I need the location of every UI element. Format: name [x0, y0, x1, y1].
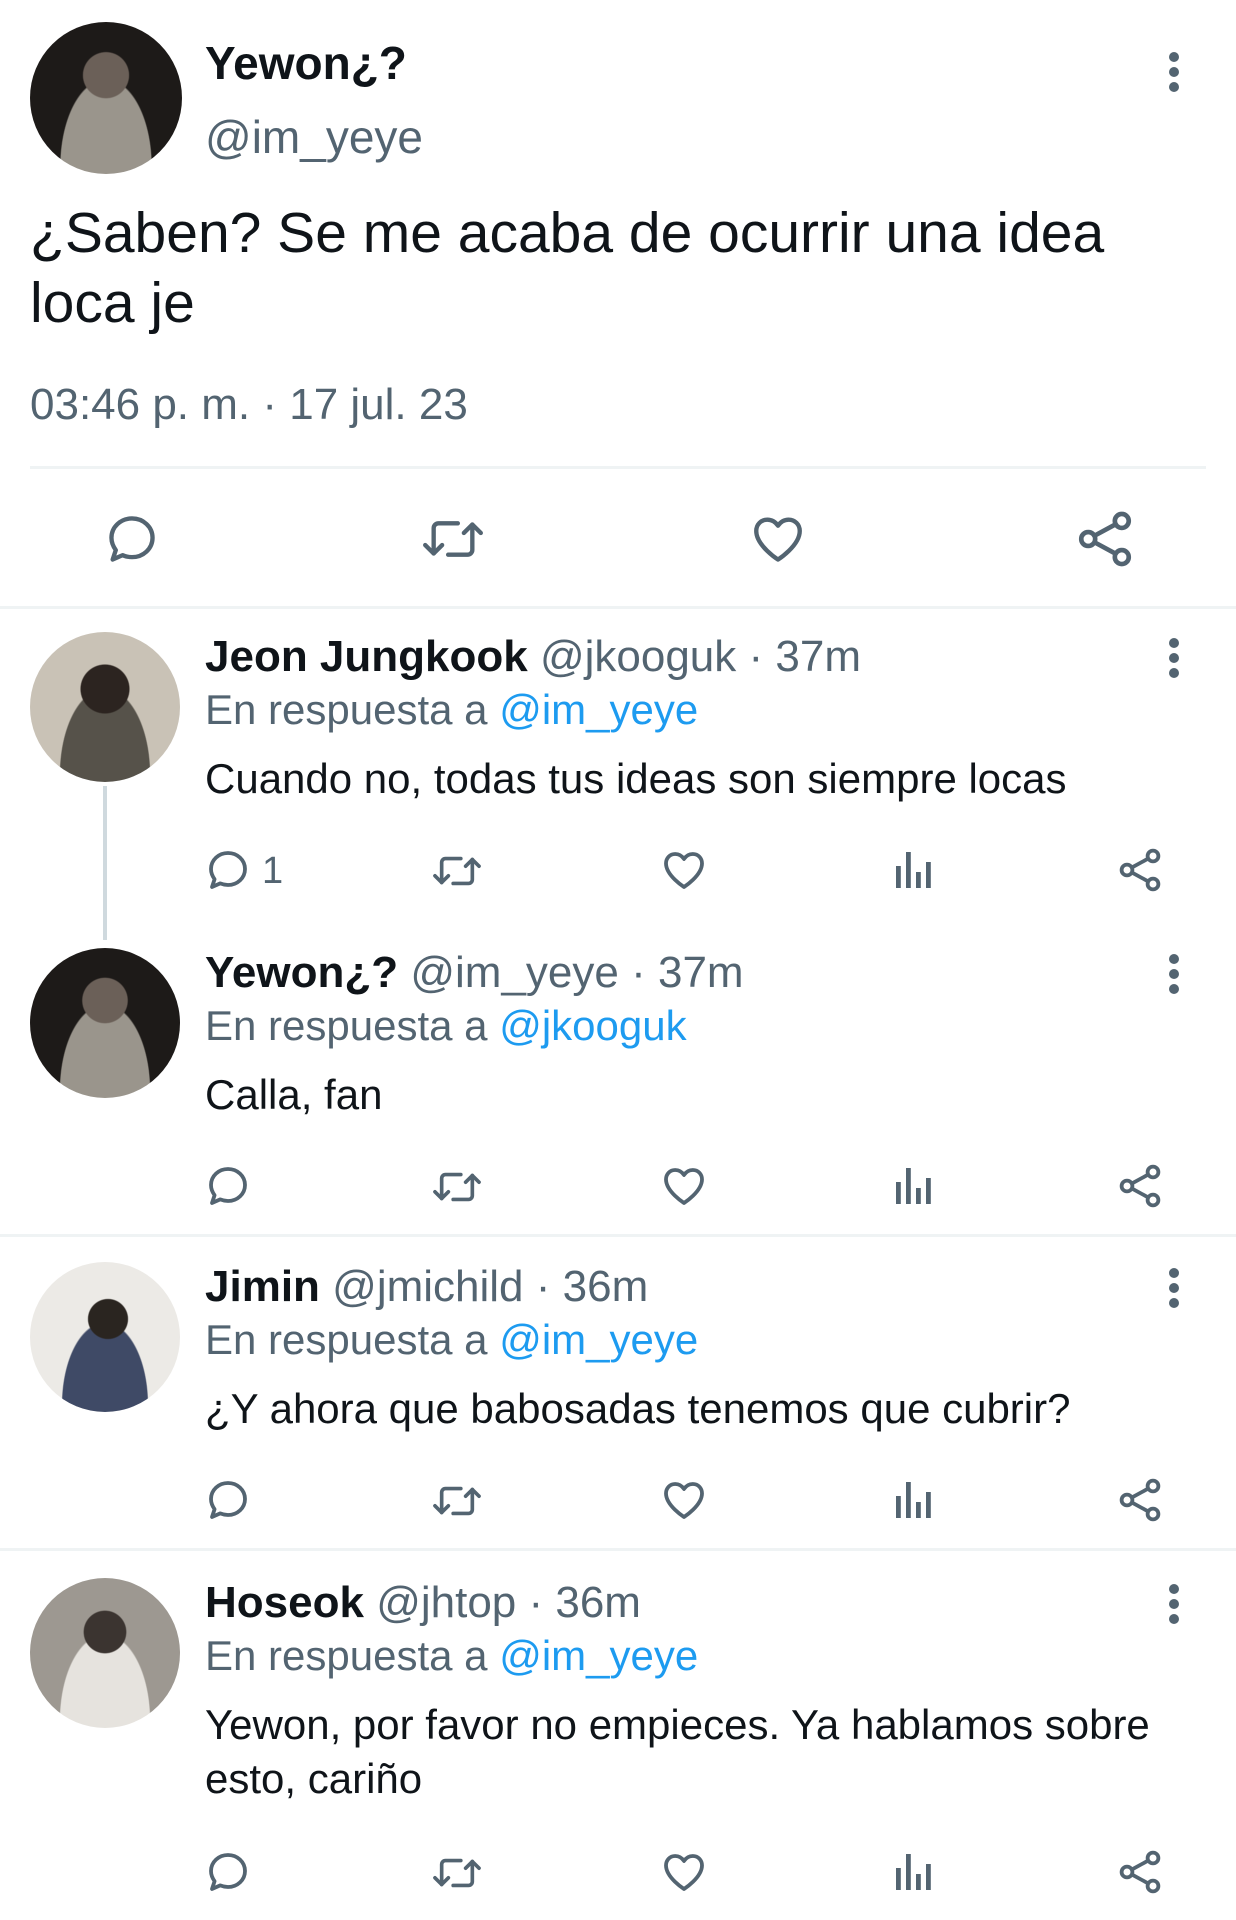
retweet-icon[interactable] [430, 1164, 484, 1210]
retweet-icon[interactable] [430, 1850, 484, 1896]
retweet-icon[interactable] [418, 510, 488, 568]
reply-header: Jeon Jungkook @jkooguk · 37m [205, 632, 861, 682]
tweet-text: ¿Saben? Se me acaba de ocurrir una idea … [30, 201, 1105, 335]
divider [0, 606, 1236, 609]
reply-text: ¿Y ahora que babosadas tenemos que cubri… [205, 1385, 1071, 1432]
more-options-icon[interactable] [1160, 954, 1188, 994]
separator [30, 466, 1206, 469]
reply-tweet[interactable]: Yewon¿? @im_yeye · 37m En respuesta a @j… [0, 928, 1236, 1242]
reply-context-prefix: En respuesta a [205, 1316, 500, 1363]
display-name[interactable]: Hoseok [205, 1578, 364, 1627]
more-options-icon[interactable] [1160, 638, 1188, 678]
handle[interactable]: @im_yeye [410, 948, 619, 997]
display-name[interactable]: Yewon¿? [205, 36, 407, 90]
reply-tweet[interactable]: Jimin @jmichild · 36m En respuesta a @im… [0, 1242, 1236, 1558]
reply-header: Jimin @jmichild · 36m [205, 1262, 648, 1312]
reply-to-handle-link[interactable]: @im_yeye [499, 1632, 698, 1679]
reply-time: · 36m [516, 1578, 641, 1627]
handle[interactable]: @jmichild [332, 1262, 523, 1311]
reply-to-handle-link[interactable]: @jkooguk [499, 1002, 686, 1049]
like-icon[interactable] [660, 1162, 708, 1210]
reply-icon[interactable] [204, 1476, 252, 1524]
reply-time: · 37m [736, 632, 861, 681]
reply-context-prefix: En respuesta a [205, 1632, 500, 1679]
reply-header: Yewon¿? @im_yeye · 37m [205, 948, 744, 998]
reply-tweet[interactable]: Hoseok @jhtop · 36m En respuesta a @im_y… [0, 1558, 1236, 1920]
views-icon[interactable] [894, 848, 934, 892]
main-tweet: Yewon¿? @im_yeye ¿Saben? Se me acaba de … [0, 0, 1236, 606]
display-name[interactable]: Jeon Jungkook [205, 632, 528, 681]
more-options-icon[interactable] [1160, 1584, 1188, 1624]
reply-context: En respuesta a @im_yeye [205, 1316, 698, 1364]
retweet-icon[interactable] [430, 848, 484, 894]
handle[interactable]: @jhtop [376, 1578, 516, 1627]
reply-icon[interactable] [204, 1162, 252, 1210]
reply-time: · 37m [618, 948, 744, 997]
like-icon[interactable] [660, 846, 708, 894]
reply-icon[interactable] [204, 846, 252, 894]
share-icon[interactable] [1116, 1162, 1164, 1210]
reply-count: 1 [262, 850, 284, 892]
reply-time: · 36m [523, 1262, 649, 1311]
handle[interactable]: @im_yeye [205, 110, 423, 164]
handle[interactable]: @jkooguk [540, 632, 736, 681]
reply-context: En respuesta a @jkooguk [205, 1002, 687, 1050]
avatar[interactable] [30, 1262, 180, 1412]
display-name[interactable]: Jimin [205, 1262, 320, 1311]
reply-context-prefix: En respuesta a [205, 1002, 500, 1049]
reply-to-handle-link[interactable]: @im_yeye [499, 1316, 698, 1363]
views-icon[interactable] [894, 1164, 934, 1208]
like-icon[interactable] [660, 1848, 708, 1896]
reply-to-handle-link[interactable]: @im_yeye [499, 686, 698, 733]
avatar[interactable] [30, 22, 182, 174]
reply-context: En respuesta a @im_yeye [205, 1632, 698, 1680]
reply-context-prefix: En respuesta a [205, 686, 500, 733]
views-icon[interactable] [894, 1850, 934, 1894]
reply-icon[interactable] [102, 510, 162, 568]
divider [0, 1548, 1236, 1551]
reply-text: Yewon, por favor no empieces. Ya hablamo… [205, 1701, 1150, 1802]
reply-text: Cuando no, todas tus ideas son siempre l… [205, 755, 1067, 802]
tweet-timestamp: 03:46 p. m. · 17 jul. 23 [30, 380, 468, 429]
avatar[interactable] [30, 632, 180, 782]
share-icon[interactable] [1116, 846, 1164, 894]
share-icon[interactable] [1116, 1476, 1164, 1524]
reply-header: Hoseok @jhtop · 36m [205, 1578, 641, 1628]
retweet-icon[interactable] [430, 1478, 484, 1524]
divider [0, 1234, 1236, 1237]
avatar[interactable] [30, 948, 180, 1098]
avatar[interactable] [30, 1578, 180, 1728]
display-name[interactable]: Yewon¿? [205, 948, 398, 997]
more-options-icon[interactable] [1160, 52, 1188, 92]
like-icon[interactable] [748, 510, 808, 568]
share-icon[interactable] [1116, 1848, 1164, 1896]
reply-context: En respuesta a @im_yeye [205, 686, 698, 734]
reply-tweet[interactable]: Jeon Jungkook @jkooguk · 37m En respuest… [0, 612, 1236, 928]
reply-text: Calla, fan [205, 1071, 383, 1118]
like-icon[interactable] [660, 1476, 708, 1524]
views-icon[interactable] [894, 1478, 934, 1522]
more-options-icon[interactable] [1160, 1268, 1188, 1308]
reply-icon[interactable] [204, 1848, 252, 1896]
share-icon[interactable] [1074, 508, 1136, 570]
